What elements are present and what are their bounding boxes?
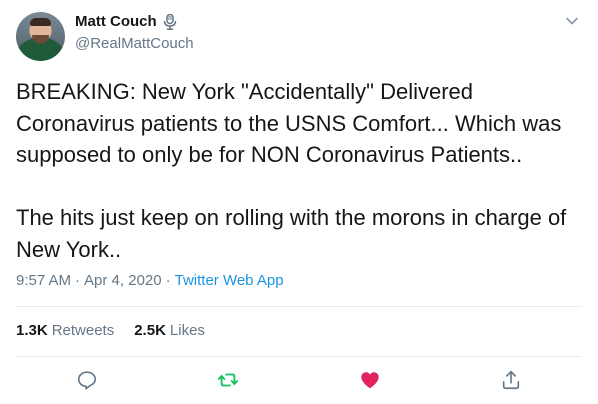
tweet-stats: 1.3K Retweets 2.5K Likes bbox=[16, 322, 205, 339]
like-button[interactable] bbox=[359, 369, 383, 393]
user-handle[interactable]: @RealMattCouch bbox=[75, 35, 194, 52]
avatar[interactable] bbox=[16, 12, 65, 61]
tweet-time[interactable]: 9:57 AM bbox=[16, 272, 71, 289]
meta-separator: · bbox=[75, 272, 81, 289]
divider bbox=[16, 356, 582, 357]
retweets-label: Retweets bbox=[51, 322, 115, 339]
tweet-meta: 9:57 AM · Apr 4, 2020 · Twitter Web App bbox=[16, 272, 284, 289]
meta-separator: · bbox=[165, 272, 171, 289]
avatar-beard bbox=[32, 35, 49, 44]
chevron-down-icon[interactable] bbox=[564, 13, 580, 29]
likes-stat[interactable]: 2.5K Likes bbox=[134, 322, 205, 339]
name-row: Matt Couch bbox=[75, 13, 177, 30]
likes-label: Likes bbox=[169, 322, 205, 339]
heart-icon bbox=[359, 372, 381, 395]
reply-icon bbox=[76, 371, 98, 395]
retweets-stat[interactable]: 1.3K Retweets bbox=[16, 322, 114, 339]
action-bar bbox=[0, 369, 598, 393]
retweet-icon bbox=[217, 373, 239, 395]
tweet-date[interactable]: Apr 4, 2020 bbox=[84, 272, 162, 289]
tweet-text: BREAKING: New York "Accidentally" Delive… bbox=[16, 79, 567, 262]
likes-count: 2.5K bbox=[134, 322, 166, 339]
display-name[interactable]: Matt Couch bbox=[75, 13, 157, 30]
divider bbox=[16, 306, 582, 307]
retweets-count: 1.3K bbox=[16, 322, 48, 339]
retweet-button[interactable] bbox=[217, 369, 241, 393]
tweet-card: Matt Couch @RealMattCouch BREAKING: New … bbox=[0, 0, 598, 404]
tweet-source-link[interactable]: Twitter Web App bbox=[175, 272, 284, 289]
avatar-hair bbox=[30, 18, 51, 26]
share-button[interactable] bbox=[500, 369, 524, 393]
share-icon bbox=[500, 370, 522, 395]
microphone-icon bbox=[163, 13, 177, 30]
reply-button[interactable] bbox=[76, 369, 100, 393]
